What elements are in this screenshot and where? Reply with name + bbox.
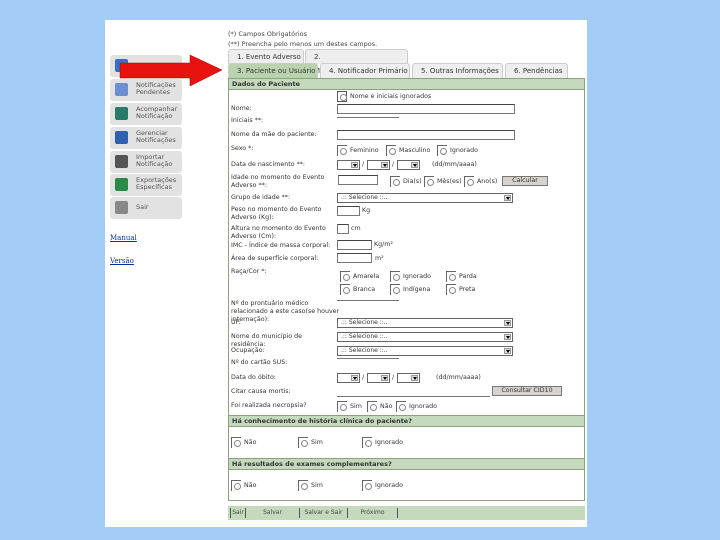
- tab-medicamentos[interactable]: 2. Medicamentos/Empresa: [305, 49, 408, 75]
- sidebar-item-exportacoes[interactable]: Exportações Específicas: [110, 174, 182, 196]
- tab-evento-adverso[interactable]: 1. Evento Adverso: [228, 49, 304, 64]
- radio-exames-ignorado[interactable]: Ignorado: [362, 480, 403, 491]
- nascimento-mes-select[interactable]: [367, 160, 390, 170]
- prontuario-input[interactable]: [337, 300, 399, 301]
- exit-icon: [115, 201, 128, 214]
- tab-outras-informacoes[interactable]: 5. Outras Informações: [412, 63, 503, 78]
- calcular-button[interactable]: Calcular: [502, 176, 548, 186]
- ocupacao-select[interactable]: .:: Selecione ::..: [337, 346, 513, 356]
- label-necropsia: Foi realizada necropsia?: [231, 402, 307, 409]
- peso-unit: Kg: [362, 207, 371, 214]
- radio-raca-ignorado[interactable]: Ignorado: [390, 271, 431, 282]
- salvar-button[interactable]: Salvar: [246, 508, 300, 518]
- label-imc: IMC - Índice de massa corporal:: [231, 242, 331, 249]
- label-ocupacao: Ocupação:: [231, 347, 265, 354]
- label-nome: Nome:: [231, 105, 252, 112]
- label-peso: Peso no momento do Evento Adverso (Kg):: [231, 206, 322, 221]
- sidebar-item-acompanhar[interactable]: Acompanhar Notificação: [110, 103, 182, 125]
- label-sexo: Sexo *:: [231, 145, 254, 152]
- radio-amarela[interactable]: Amarela: [340, 271, 379, 282]
- radio-indigena[interactable]: Indígena: [390, 284, 430, 295]
- label-mae: Nome da mãe do paciente:: [231, 131, 317, 138]
- radio-parda[interactable]: Parda: [446, 271, 477, 282]
- radio-meses[interactable]: Mês(es): [424, 176, 462, 187]
- imc-unit: Kg/m²: [374, 241, 393, 248]
- obito-ano-select[interactable]: [397, 373, 420, 383]
- radio-historia-sim[interactable]: Sim: [298, 437, 323, 448]
- label-obito: Data do óbito:: [231, 374, 276, 381]
- nascimento-dia-select[interactable]: [337, 160, 360, 170]
- sidebar-item-importar[interactable]: Importar Notificação: [110, 151, 182, 173]
- versao-link[interactable]: Versão: [110, 257, 134, 265]
- nascimento-ano-select[interactable]: [397, 160, 420, 170]
- section-dados-paciente: Dados do Paciente: [228, 78, 585, 90]
- radio-necropsia-ignorado[interactable]: Ignorado: [396, 401, 437, 412]
- idade-input[interactable]: [338, 175, 378, 185]
- radio-masculino[interactable]: Masculino: [386, 145, 430, 156]
- iniciais-input[interactable]: [337, 117, 399, 118]
- manual-link[interactable]: Manual: [110, 234, 137, 242]
- radio-historia-ignorado[interactable]: Ignorado: [362, 437, 403, 448]
- date-format-hint: (dd/mm/aaaa): [432, 161, 477, 168]
- required-note: (*) Campos Obrigatórios: [228, 30, 307, 38]
- radio-historia-nao[interactable]: Não: [231, 437, 256, 448]
- section-historia-clinica: Há conhecimento de história clínica do p…: [228, 415, 585, 427]
- obito-mes-select[interactable]: [367, 373, 390, 383]
- area-input[interactable]: [337, 253, 372, 263]
- import-icon: [115, 155, 128, 168]
- grupo-idade-select[interactable]: .:: Selecione ::..: [337, 193, 513, 203]
- mae-input[interactable]: [337, 130, 515, 140]
- altura-unit: cm: [351, 225, 361, 232]
- radio-exames-nao[interactable]: Não: [231, 480, 256, 491]
- sair-button[interactable]: Sair: [230, 508, 246, 518]
- label-sus: Nº do cartão SUS:: [231, 359, 288, 366]
- tab-paciente[interactable]: 3. Paciente ou Usuário: [228, 63, 318, 78]
- obito-format-hint: (dd/mm/aaaa): [436, 374, 481, 381]
- one-of-note: (**) Preencha pelo menos um destes campo…: [228, 40, 378, 48]
- peso-input[interactable]: [337, 206, 360, 216]
- label-idade: Idade no momento do Evento Adverso **:: [231, 174, 325, 189]
- sidebar-item-sair[interactable]: Sair: [110, 197, 182, 219]
- section-exames: Há resultados de exames complementares?: [228, 458, 585, 470]
- nome-input[interactable]: [337, 104, 515, 114]
- uf-select[interactable]: .:: Selecione ::..: [337, 318, 513, 328]
- computer-icon: [115, 131, 128, 144]
- label-raca: Raça/Cor *:: [231, 268, 267, 275]
- track-icon: [115, 107, 128, 120]
- tab-notificador[interactable]: 4. Notificador Primário: [320, 63, 410, 78]
- consultar-cid10-button[interactable]: Consultar CID10: [492, 386, 562, 396]
- radio-branca[interactable]: Branca: [340, 284, 375, 295]
- radio-anos[interactable]: Ano(s): [464, 176, 497, 187]
- obito-dia-select[interactable]: [337, 373, 360, 383]
- label-causa: Citar causa mortis:: [231, 388, 291, 395]
- radio-necropsia-sim[interactable]: Sim: [337, 401, 362, 412]
- imc-input[interactable]: [337, 240, 372, 250]
- radio-feminino[interactable]: Feminino: [337, 145, 379, 156]
- sus-input[interactable]: [337, 358, 399, 359]
- altura-input[interactable]: [337, 224, 349, 234]
- label-nascimento: Data de nascimento **:: [231, 161, 305, 168]
- label-iniciais: Iniciais **:: [231, 117, 264, 124]
- ignored-name-checkbox[interactable]: Nome e iniciais ignorados: [337, 91, 431, 102]
- municipio-select[interactable]: .:: Selecione ::..: [337, 332, 513, 342]
- radio-necropsia-nao[interactable]: Não: [367, 401, 392, 412]
- red-arrow-icon: [119, 54, 223, 87]
- salvar-e-sair-button[interactable]: Salvar e Sair: [300, 508, 348, 518]
- label-grupo-idade: Grupo de idade **:: [231, 194, 291, 201]
- radio-dias[interactable]: Dia(s): [390, 176, 422, 187]
- radio-exames-sim[interactable]: Sim: [298, 480, 323, 491]
- proximo-button[interactable]: Próximo: [348, 508, 398, 518]
- radio-sexo-ignorado[interactable]: Ignorado: [437, 145, 478, 156]
- export-icon: [115, 178, 128, 191]
- radio-preta[interactable]: Preta: [446, 284, 475, 295]
- area-unit: m²: [375, 255, 384, 262]
- label-altura: Altura no momento do Evento Adverso (Cm)…: [231, 225, 326, 240]
- label-area: Área de superfície corporal:: [231, 255, 319, 262]
- causa-input[interactable]: [337, 396, 490, 397]
- tab-pendencias[interactable]: 6. Pendências: [505, 63, 568, 78]
- label-uf: UF:: [231, 319, 241, 326]
- footer-bar: Sair Salvar Salvar e Sair Próximo: [228, 506, 585, 520]
- sidebar-item-gerenciar[interactable]: Gerenciar Notificações: [110, 127, 182, 149]
